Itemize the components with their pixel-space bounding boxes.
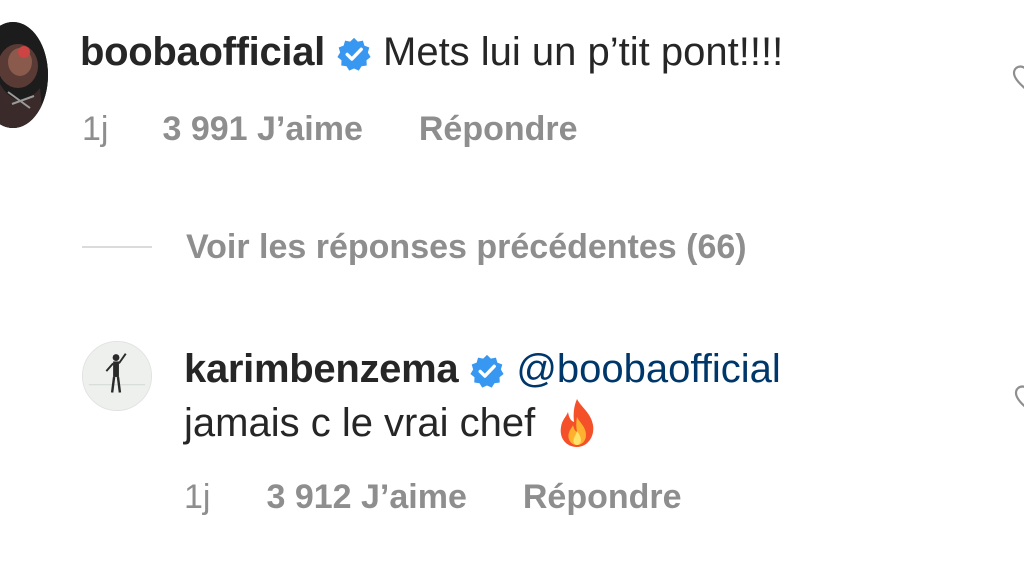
comment-timestamp[interactable]: 1j (184, 478, 210, 517)
divider-line (82, 246, 152, 248)
mention-link[interactable]: @boobaofficial (516, 347, 781, 392)
comment-thread: boobaofficial Mets lui un p’tit pont!!!!… (0, 0, 1024, 576)
view-previous-replies-label: Voir les réponses précédentes (66) (186, 227, 747, 266)
verified-badge-icon (337, 37, 371, 71)
comment-username[interactable]: boobaofficial (80, 30, 325, 75)
comment-username[interactable]: karimbenzema (184, 347, 459, 392)
heart-icon[interactable] (1014, 384, 1024, 414)
avatar-image (0, 22, 48, 128)
comment-meta: 1j 3 912 J’aime Répondre (184, 474, 682, 520)
view-previous-replies-button[interactable]: Voir les réponses précédentes (66) (82, 222, 747, 272)
avatar[interactable] (0, 22, 48, 128)
comment-header: boobaofficial Mets lui un p’tit pont!!!! (80, 22, 783, 82)
comment-text: jamais c le vrai chef (184, 400, 536, 445)
heart-icon[interactable] (1012, 64, 1024, 94)
comment-likes-count[interactable]: 3 912 J’aime (266, 478, 466, 517)
avatar-image (83, 342, 151, 410)
comment-header: karimbenzema @boobaofficial (184, 340, 781, 398)
comment-text: Mets lui un p’tit pont!!!! (383, 29, 784, 74)
comment-likes-count[interactable]: 3 991 J’aime (162, 110, 362, 149)
reply-button[interactable]: Répondre (419, 110, 578, 149)
fire-emoji-icon (555, 397, 599, 449)
comment-timestamp[interactable]: 1j (82, 110, 108, 149)
reply-button[interactable]: Répondre (523, 478, 682, 517)
verified-badge-icon (470, 354, 504, 388)
avatar[interactable] (82, 341, 152, 411)
comment-meta: 1j 3 991 J’aime Répondre (82, 106, 578, 152)
comment-body: jamais c le vrai chef (184, 394, 599, 452)
